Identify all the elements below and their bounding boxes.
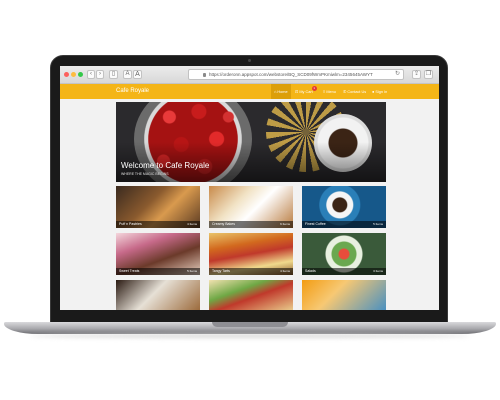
laptop-shadow [30,334,470,338]
nav-home[interactable]: ⌂Home [271,84,291,99]
font-smaller-button[interactable]: A [123,70,132,79]
close-window-button[interactable] [64,72,69,77]
category-label: Finest Coffee [305,222,326,226]
nav-my-cart[interactable]: ⊡My Cart 1 [292,84,317,99]
nav-my-cart-label: My Cart [299,90,313,94]
category-label: Salads [305,269,316,273]
reload-icon[interactable]: ↻ [395,70,400,79]
category-tile[interactable] [209,280,293,310]
category-label: Sweet Treats [119,269,140,273]
tabs-icon: ❐ [425,71,432,77]
minimize-window-button[interactable] [71,72,76,77]
lock-icon [203,73,206,77]
nav-sign-in-label: Sign In [375,90,388,94]
category-item-count: 5 Items [373,222,383,226]
category-tile[interactable]: Puff n Pastries 4 Items [116,186,200,228]
address-bar[interactable]: https://orderonn.appspot.com/webstore/BQ… [188,69,404,80]
address-url: https://orderonn.appspot.com/webstore/BQ… [209,72,373,77]
nav-menu-label: Menu [326,90,336,94]
site-navbar: Cafe Royale ⌂Home ⊡My Cart 1 ≡Menu ✆Cont… [60,84,439,99]
hero-subtitle: WHERE THE MAGIC BEGINS [121,172,169,176]
laptop-mockup: ‹ › ▯ A A https://orderonn.appspot.com/w… [0,0,500,400]
category-label: Puff n Pastries [119,222,142,226]
maximize-window-button[interactable] [78,72,83,77]
category-tile[interactable]: Salads 3 Items [302,233,386,275]
category-tile[interactable] [302,280,386,310]
nav-sign-in[interactable]: ●Sign In [369,84,390,99]
chevron-right-icon: › [99,71,101,77]
nav-contact-us[interactable]: ✆Contact Us [340,84,369,99]
tabs-button[interactable]: ❐ [424,70,433,79]
category-item-count: 5 Items [187,269,197,273]
chevron-left-icon: ‹ [90,71,92,77]
category-tile[interactable]: Creamy Bakes 6 Items [209,186,293,228]
category-tile[interactable]: Finest Coffee 5 Items [302,186,386,228]
laptop-notch [212,322,288,327]
back-button[interactable]: ‹ [87,70,95,79]
brand-title[interactable]: Cafe Royale [116,87,149,96]
share-icon: ⇪ [413,71,420,77]
hero-title: Welcome to Cafe Royale [121,161,210,170]
category-tile[interactable]: Tangy Tarts 4 Items [209,233,293,275]
sidebar-toggle-button[interactable]: ▯ [109,70,118,79]
phone-icon: ✆ [343,89,347,94]
cart-count-badge: 1 [311,86,317,91]
category-tile[interactable]: Sweet Treats 5 Items [116,233,200,275]
nav-home-label: Home [277,90,288,94]
category-item-count: 6 Items [280,222,290,226]
hero-banner: Welcome to Cafe Royale WHERE THE MAGIC B… [116,102,386,182]
category-item-count: 3 Items [373,269,383,273]
font-larger-button[interactable]: A [133,70,142,79]
cart-icon: ⊡ [295,89,299,94]
forward-button[interactable]: › [96,70,104,79]
category-item-count: 4 Items [187,222,197,226]
nav-contact-us-label: Contact Us [347,90,367,94]
menu-icon: ≡ [323,89,326,94]
category-label: Tangy Tarts [212,269,230,273]
category-tile[interactable] [116,280,200,310]
page-content: Welcome to Cafe Royale WHERE THE MAGIC B… [60,99,439,310]
laptop-screen: ‹ › ▯ A A https://orderonn.appspot.com/w… [60,66,439,310]
category-label: Creamy Bakes [212,222,235,226]
camera-icon [248,59,251,62]
sidebar-icon: ▯ [111,71,116,77]
category-item-count: 4 Items [280,269,290,273]
nav-menu[interactable]: ≡Menu [320,84,339,99]
browser-toolbar: ‹ › ▯ A A https://orderonn.appspot.com/w… [60,66,439,84]
share-button[interactable]: ⇪ [412,70,421,79]
